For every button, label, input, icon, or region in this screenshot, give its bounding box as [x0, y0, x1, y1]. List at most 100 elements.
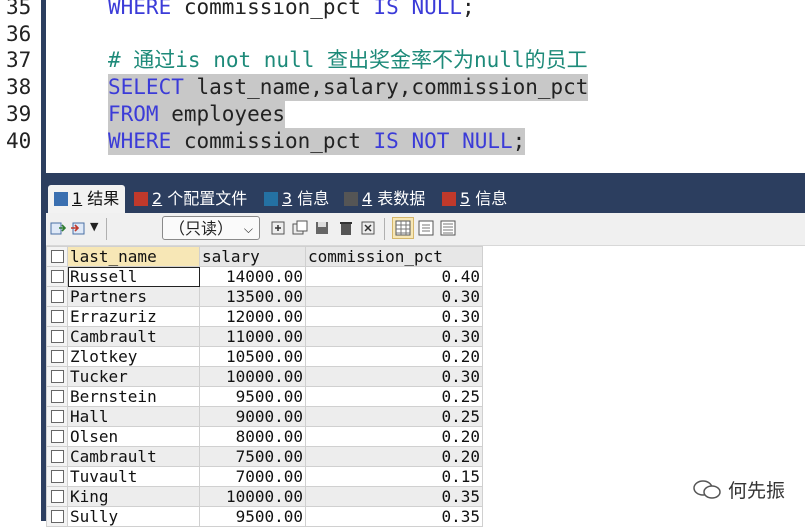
cell-last-name[interactable]: Zlotkey [67, 346, 200, 367]
cell-last-name[interactable]: Partners [67, 286, 200, 307]
duplicate-row-icon[interactable] [292, 220, 308, 236]
cell-commission-pct[interactable]: 0.30 [305, 306, 483, 327]
import-dropdown-icon[interactable]: ▼ [90, 220, 98, 233]
table-row[interactable]: Sully 9500.00 0.35 [46, 506, 483, 527]
cell-commission-pct[interactable]: 0.20 [305, 426, 483, 447]
table-row[interactable]: Tuvault 7000.00 0.15 [46, 466, 483, 487]
sql-comment: # 通过is not null 查出奖金率不为null的员工 [108, 48, 588, 72]
toolbar-separator [384, 218, 385, 240]
insert-row-icon[interactable] [270, 220, 286, 236]
cell-salary[interactable]: 9500.00 [199, 386, 306, 407]
row-checkbox[interactable] [46, 486, 68, 507]
cell-last-name[interactable]: Tuvault [67, 466, 200, 487]
cell-last-name[interactable]: Cambrault [67, 446, 200, 467]
row-checkbox[interactable] [46, 266, 68, 287]
readonly-select[interactable]: （只读） ⌵ [162, 216, 260, 240]
tab-5[interactable]: 5 信息 [442, 185, 507, 213]
tab-number: 2 [152, 189, 163, 208]
grid-view-toggle[interactable] [392, 217, 414, 239]
table-row[interactable]: Cambrault 7500.00 0.20 [46, 446, 483, 467]
cell-last-name[interactable]: Hall [67, 406, 200, 427]
row-checkbox[interactable] [46, 466, 68, 487]
cell-last-name[interactable]: Russell [67, 266, 200, 287]
table-row[interactable]: Olsen 8000.00 0.20 [46, 426, 483, 447]
cell-last-name[interactable]: King [67, 486, 200, 507]
cell-salary[interactable]: 10500.00 [199, 346, 306, 367]
column-header-last-name[interactable]: last_name [67, 246, 200, 267]
cell-last-name[interactable]: Tucker [67, 366, 200, 387]
cell-last-name[interactable]: Bernstein [67, 386, 200, 407]
cell-salary[interactable]: 7000.00 [199, 466, 306, 487]
cell-commission-pct[interactable]: 0.25 [305, 386, 483, 407]
cell-last-name[interactable]: Cambrault [67, 326, 200, 347]
result-grid: last_name salary commission_pct Russell 1… [46, 246, 483, 527]
tab-4[interactable]: 4 表数据 [344, 185, 425, 213]
cell-salary[interactable]: 13500.00 [199, 286, 306, 307]
cell-salary[interactable]: 9500.00 [199, 506, 306, 527]
row-checkbox[interactable] [46, 386, 68, 407]
row-checkbox[interactable] [46, 506, 68, 527]
row-checkbox[interactable] [46, 306, 68, 327]
cell-commission-pct[interactable]: 0.20 [305, 346, 483, 367]
cell-commission-pct[interactable]: 0.30 [305, 286, 483, 307]
cell-salary[interactable]: 10000.00 [199, 366, 306, 387]
tab-label: 信息 [475, 189, 508, 208]
sql-identifier: employees [158, 102, 286, 126]
cell-last-name[interactable]: Olsen [67, 426, 200, 447]
cancel-changes-icon[interactable] [360, 220, 376, 236]
export-icon[interactable] [50, 220, 66, 236]
row-checkbox[interactable] [46, 406, 68, 427]
cell-salary[interactable]: 12000.00 [199, 306, 306, 327]
row-checkbox[interactable] [46, 286, 68, 307]
import-icon[interactable] [70, 220, 86, 236]
cell-commission-pct[interactable]: 0.40 [305, 266, 483, 287]
cell-commission-pct[interactable]: 0.15 [305, 466, 483, 487]
table-row[interactable]: Bernstein 9500.00 0.25 [46, 386, 483, 407]
table-row[interactable]: Partners 13500.00 0.30 [46, 286, 483, 307]
sql-keyword: WHERE [108, 0, 172, 19]
row-checkbox[interactable] [46, 326, 68, 347]
tab-number: 5 [460, 189, 471, 208]
cell-salary[interactable]: 11000.00 [199, 326, 306, 347]
cell-commission-pct[interactable]: 0.35 [305, 486, 483, 507]
row-checkbox[interactable] [46, 366, 68, 387]
cell-salary[interactable]: 10000.00 [199, 486, 306, 507]
delete-icon[interactable] [338, 220, 354, 236]
cell-commission-pct[interactable]: 0.35 [305, 506, 483, 527]
cell-commission-pct[interactable]: 0.20 [305, 446, 483, 467]
sql-keyword: NULL [462, 129, 513, 153]
cell-salary[interactable]: 9000.00 [199, 406, 306, 427]
wechat-logo-icon [693, 479, 721, 499]
form-view-icon[interactable] [418, 220, 434, 236]
line-number: 38 [6, 75, 32, 99]
table-row[interactable]: Tucker 10000.00 0.30 [46, 366, 483, 387]
cell-commission-pct[interactable]: 0.30 [305, 366, 483, 387]
toolbar-separator [106, 218, 107, 240]
tab-2[interactable]: 2 个配置文件 [134, 185, 247, 213]
cell-salary[interactable]: 14000.00 [199, 266, 306, 287]
results-grid-icon [54, 192, 68, 206]
tab-3[interactable]: 3 信息 [264, 185, 329, 213]
table-row[interactable]: Hall 9000.00 0.25 [46, 406, 483, 427]
row-checkbox[interactable] [46, 446, 68, 467]
cell-commission-pct[interactable]: 0.30 [305, 326, 483, 347]
table-row[interactable]: King 10000.00 0.35 [46, 486, 483, 507]
cell-last-name[interactable]: Sully [67, 506, 200, 527]
table-row[interactable]: Zlotkey 10500.00 0.20 [46, 346, 483, 367]
text-view-icon[interactable] [440, 220, 456, 236]
cell-salary[interactable]: 7500.00 [199, 446, 306, 467]
save-icon[interactable] [314, 220, 330, 236]
row-checkbox[interactable] [46, 346, 68, 367]
cell-commission-pct[interactable]: 0.25 [305, 406, 483, 427]
sql-editor[interactable]: 35 WHERE commission_pct IS NULL; 36 37 # 通过i… [6, 0, 805, 181]
cell-salary[interactable]: 8000.00 [199, 426, 306, 447]
column-header-commission-pct[interactable]: commission_pct [305, 246, 483, 267]
cell-last-name[interactable]: Errazuriz [67, 306, 200, 327]
select-all-checkbox[interactable] [46, 246, 68, 267]
table-row[interactable]: Cambrault 11000.00 0.30 [46, 326, 483, 347]
table-row[interactable]: Russell 14000.00 0.40 [46, 266, 483, 287]
table-row[interactable]: Errazuriz 12000.00 0.30 [46, 306, 483, 327]
tab-1[interactable]: 1 结果 [48, 185, 126, 213]
column-header-salary[interactable]: salary [199, 246, 306, 267]
row-checkbox[interactable] [46, 426, 68, 447]
